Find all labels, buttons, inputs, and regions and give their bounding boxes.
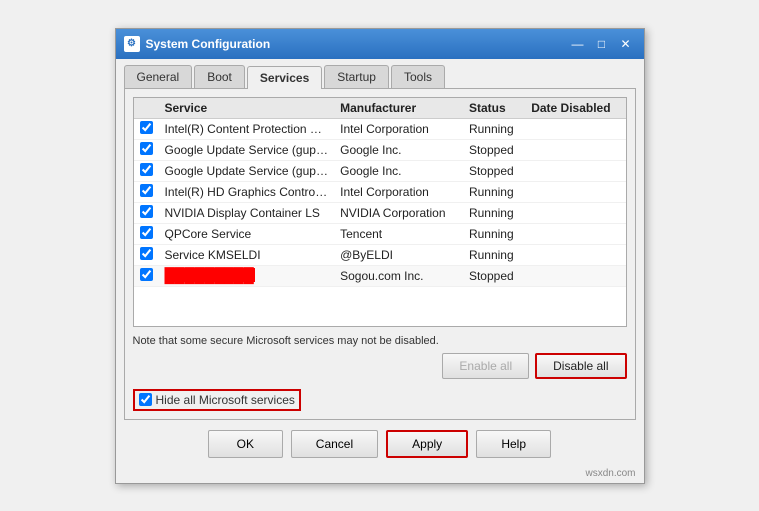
window-title: System Configuration (146, 37, 271, 51)
system-configuration-window: ⚙ System Configuration — □ ✕ General Boo… (115, 28, 645, 484)
manufacturer-cell: Google Inc. (334, 139, 463, 160)
manufacturer-cell: Google Inc. (334, 160, 463, 181)
tab-services[interactable]: Services (247, 66, 322, 89)
title-bar-left: ⚙ System Configuration (124, 36, 271, 52)
apply-button[interactable]: Apply (386, 430, 468, 458)
service-name-cell: NVIDIA Display Container LS (159, 202, 335, 223)
tab-boot[interactable]: Boot (194, 65, 245, 88)
table-row: Service KMSELDI@ByELDIRunning (134, 244, 626, 265)
hide-microsoft-text: Hide all Microsoft services (156, 393, 295, 407)
status-cell: Stopped (463, 265, 525, 286)
table-row: Intel(R) HD Graphics Control Pa...Intel … (134, 181, 626, 202)
service-name-cell: Google Update Service (gupdatem) (159, 160, 335, 181)
date-disabled-cell (525, 181, 625, 202)
maximize-button[interactable]: □ (592, 35, 612, 53)
service-checkbox[interactable] (140, 142, 153, 155)
bottom-buttons-row: OK Cancel Apply Help (116, 420, 644, 468)
hide-microsoft-checkbox[interactable] (139, 393, 152, 406)
cancel-button[interactable]: Cancel (291, 430, 378, 458)
table-row: █████████Sogou.com Inc.Stopped (134, 265, 626, 286)
manufacturer-cell: @ByELDI (334, 244, 463, 265)
service-name-cell: Service KMSELDI (159, 244, 335, 265)
status-cell: Running (463, 244, 525, 265)
status-cell: Running (463, 118, 525, 139)
table-row: Google Update Service (gupdatem)Google I… (134, 160, 626, 181)
service-checkbox[interactable] (140, 205, 153, 218)
table-header-row: Service Manufacturer Status Date Disable… (134, 98, 626, 119)
service-checkbox[interactable] (140, 121, 153, 134)
help-button[interactable]: Help (476, 430, 551, 458)
service-checkbox[interactable] (140, 184, 153, 197)
manufacturer-cell: Intel Corporation (334, 181, 463, 202)
status-cell: Stopped (463, 139, 525, 160)
close-button[interactable]: ✕ (616, 35, 636, 53)
service-name-cell: █████████ (159, 265, 335, 286)
title-controls: — □ ✕ (568, 35, 636, 53)
status-cell: Stopped (463, 160, 525, 181)
date-disabled-cell (525, 160, 625, 181)
col-status: Status (463, 98, 525, 119)
ok-button[interactable]: OK (208, 430, 283, 458)
service-checkbox[interactable] (140, 163, 153, 176)
main-content: Service Manufacturer Status Date Disable… (124, 88, 636, 420)
date-disabled-cell (525, 118, 625, 139)
table-row: NVIDIA Display Container LSNVIDIA Corpor… (134, 202, 626, 223)
col-date-disabled: Date Disabled (525, 98, 625, 119)
tab-tools[interactable]: Tools (391, 65, 445, 88)
enable-disable-row: Enable all Disable all (133, 353, 627, 379)
note-text: Note that some secure Microsoft services… (133, 335, 627, 347)
tab-bar: General Boot Services Startup Tools (116, 59, 644, 88)
date-disabled-cell (525, 202, 625, 223)
service-name-cell: QPCore Service (159, 223, 335, 244)
service-checkbox[interactable] (140, 268, 153, 281)
service-checkbox[interactable] (140, 226, 153, 239)
manufacturer-cell: Intel Corporation (334, 118, 463, 139)
table-row: QPCore ServiceTencentRunning (134, 223, 626, 244)
date-disabled-cell (525, 265, 625, 286)
col-manufacturer: Manufacturer (334, 98, 463, 119)
service-name-cell: Google Update Service (gupdate) (159, 139, 335, 160)
date-disabled-cell (525, 139, 625, 160)
enable-all-button[interactable]: Enable all (442, 353, 529, 379)
manufacturer-cell: Sogou.com Inc. (334, 265, 463, 286)
date-disabled-cell (525, 244, 625, 265)
manufacturer-cell: Tencent (334, 223, 463, 244)
service-name-cell: Intel(R) HD Graphics Control Pa... (159, 181, 335, 202)
col-service: Service (159, 98, 335, 119)
table-row: Google Update Service (gupdate)Google In… (134, 139, 626, 160)
col-checkbox (134, 98, 159, 119)
status-cell: Running (463, 202, 525, 223)
window-icon: ⚙ (124, 36, 140, 52)
tab-startup[interactable]: Startup (324, 65, 389, 88)
watermark: wsxdn.com (116, 468, 644, 483)
disable-all-button[interactable]: Disable all (535, 353, 626, 379)
services-table: Service Manufacturer Status Date Disable… (134, 98, 626, 287)
tab-general[interactable]: General (124, 65, 193, 88)
service-name-cell: Intel(R) Content Protection HEC... (159, 118, 335, 139)
hide-microsoft-label[interactable]: Hide all Microsoft services (133, 389, 301, 411)
services-table-container: Service Manufacturer Status Date Disable… (133, 97, 627, 327)
status-cell: Running (463, 181, 525, 202)
status-cell: Running (463, 223, 525, 244)
table-row: Intel(R) Content Protection HEC...Intel … (134, 118, 626, 139)
date-disabled-cell (525, 223, 625, 244)
service-checkbox[interactable] (140, 247, 153, 260)
minimize-button[interactable]: — (568, 35, 588, 53)
title-bar: ⚙ System Configuration — □ ✕ (116, 29, 644, 59)
hide-microsoft-row: Hide all Microsoft services (133, 389, 627, 411)
manufacturer-cell: NVIDIA Corporation (334, 202, 463, 223)
